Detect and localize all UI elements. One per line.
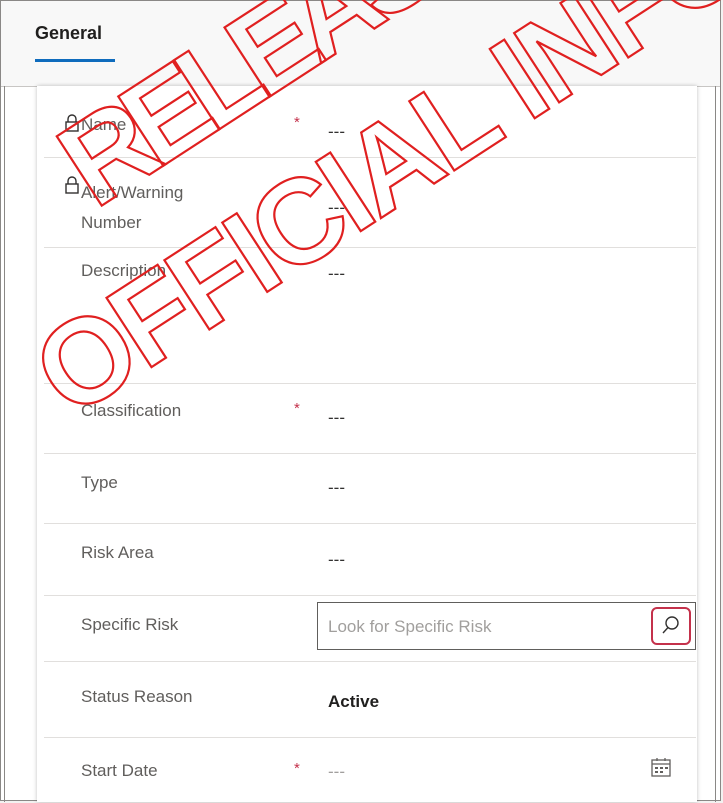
search-button[interactable] xyxy=(651,607,691,645)
tab-active-indicator xyxy=(35,59,115,62)
field-row-type: Type --- xyxy=(44,454,696,524)
specific-risk-lookup[interactable] xyxy=(317,602,696,650)
alert-number-label-line1: Alert/Warning xyxy=(81,183,184,202)
specific-risk-label: Specific Risk xyxy=(81,615,179,634)
field-row-specific-risk: Specific Risk xyxy=(44,596,696,662)
field-row-risk-area: Risk Area --- xyxy=(44,524,696,596)
field-row-start-date: Start Date * --- xyxy=(44,738,696,803)
start-date-value[interactable]: --- xyxy=(328,762,345,782)
alert-number-value[interactable]: --- xyxy=(328,198,345,218)
alert-number-label-line2: Number xyxy=(81,213,142,232)
field-row-status-reason: Status Reason Active xyxy=(44,662,696,738)
lock-icon xyxy=(64,114,80,132)
search-icon xyxy=(662,616,679,634)
field-row-description: Description --- xyxy=(44,248,696,384)
required-marker: * xyxy=(294,114,300,131)
tab-general[interactable]: General xyxy=(35,23,102,44)
status-reason-label: Status Reason xyxy=(81,687,193,706)
status-reason-value[interactable]: Active xyxy=(328,692,379,712)
name-value[interactable]: --- xyxy=(328,122,345,142)
calendar-icon[interactable] xyxy=(650,756,672,778)
classification-label: Classification xyxy=(81,401,182,420)
name-label: Name xyxy=(81,115,127,134)
start-date-label: Start Date xyxy=(81,761,158,780)
type-value[interactable]: --- xyxy=(328,478,345,498)
field-row-classification: Classification * --- xyxy=(44,384,696,454)
tab-header: General xyxy=(1,1,720,87)
required-marker: * xyxy=(294,400,300,417)
field-row-alert-number: Alert/Warning Number --- xyxy=(44,158,696,248)
required-marker: * xyxy=(294,760,300,777)
description-label: Description xyxy=(81,261,167,280)
description-value[interactable]: --- xyxy=(328,264,345,284)
risk-area-value[interactable]: --- xyxy=(328,550,345,570)
field-row-name: Name * --- xyxy=(44,100,696,158)
specific-risk-input[interactable] xyxy=(326,611,630,643)
classification-value[interactable]: --- xyxy=(328,408,345,428)
right-rule xyxy=(715,86,716,802)
lock-icon xyxy=(64,176,80,194)
risk-area-label: Risk Area xyxy=(81,543,154,562)
left-rule xyxy=(4,86,5,802)
type-label: Type xyxy=(81,473,118,492)
